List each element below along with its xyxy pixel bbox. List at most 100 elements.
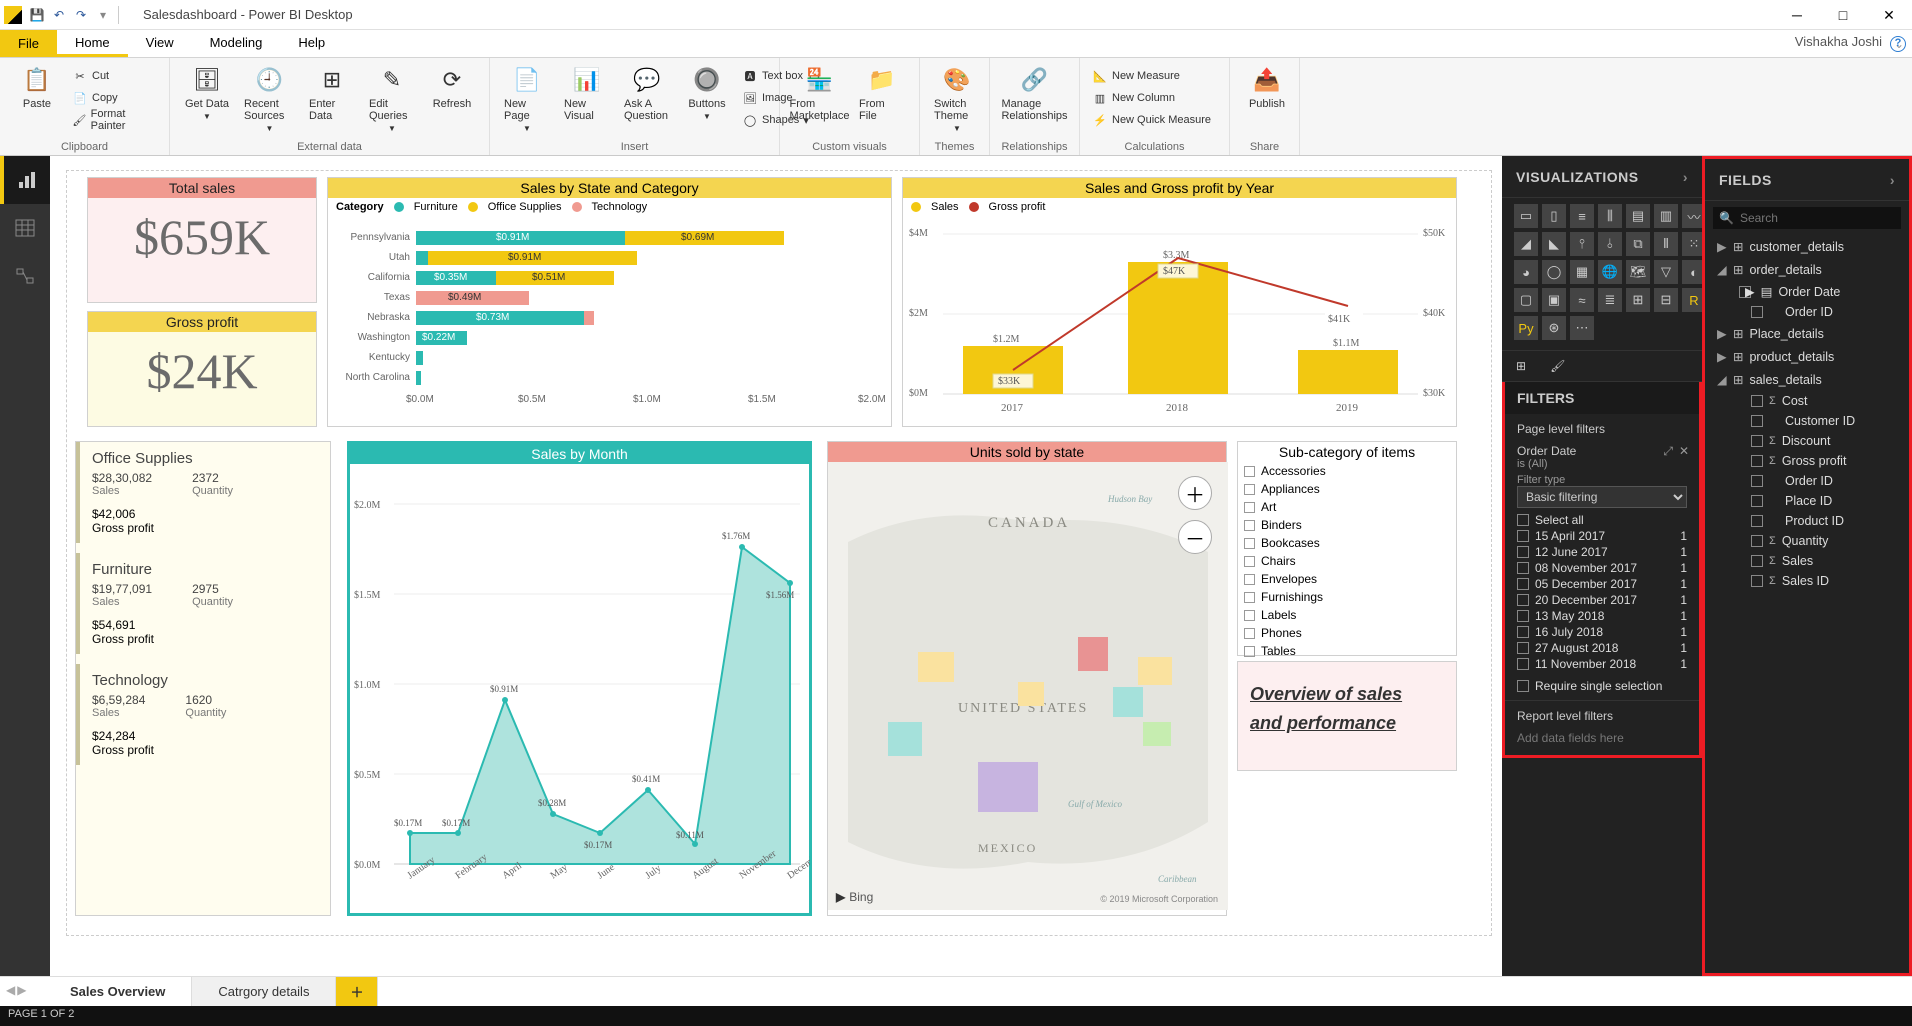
filter-date-item[interactable]: 08 November 20171 <box>1505 560 1699 576</box>
slicer-item[interactable]: Labels <box>1238 606 1456 624</box>
slicer-item[interactable]: Tables <box>1238 642 1456 660</box>
new-measure-button[interactable]: 📐New Measure <box>1090 66 1213 86</box>
save-icon[interactable]: 💾 <box>26 4 48 26</box>
switch-theme-button[interactable]: 🎨Switch Theme▼ <box>930 62 984 135</box>
filter-date-item[interactable]: 27 August 20181 <box>1505 640 1699 656</box>
table-row[interactable]: ▶⊞product_details <box>1705 345 1909 368</box>
remove-filter-icon[interactable]: ✕ <box>1679 444 1689 459</box>
field-row[interactable]: Order ID <box>1705 302 1909 322</box>
refresh-button[interactable]: ⟳Refresh <box>425 62 479 112</box>
publish-button[interactable]: 📤Publish <box>1240 62 1294 112</box>
help-icon[interactable]: ? <box>1890 36 1906 52</box>
slicer-item[interactable]: Chairs <box>1238 552 1456 570</box>
map-zoom-in-icon[interactable]: ＋ <box>1178 476 1212 510</box>
filter-order-date[interactable]: Order Date is (All) ⤢✕ Filter type Basic… <box>1505 440 1699 512</box>
field-row[interactable]: Product ID <box>1705 511 1909 531</box>
filter-date-item[interactable]: 20 December 20171 <box>1505 592 1699 608</box>
new-visual-button[interactable]: 📊New Visual <box>560 62 614 124</box>
viz-kpi-icon[interactable]: ≈ <box>1570 288 1594 312</box>
field-row[interactable]: ΣSales ID <box>1705 571 1909 591</box>
from-marketplace-button[interactable]: 🏪From Marketplace <box>790 62 849 124</box>
viz-treemap-icon[interactable]: ▦ <box>1570 260 1594 284</box>
tab-next-icon[interactable]: ▶ <box>17 983 26 997</box>
model-view-button[interactable] <box>0 252 50 300</box>
viz-card-icon[interactable]: ▢ <box>1514 288 1538 312</box>
home-tab[interactable]: Home <box>57 30 128 57</box>
canvas[interactable]: Total sales $659K Gross profit $24K Sale… <box>66 170 1492 936</box>
page-tab-2[interactable]: Catrgory details <box>192 977 336 1006</box>
field-row[interactable]: ▶▤Order Date <box>1705 281 1909 302</box>
field-row[interactable]: ΣGross profit <box>1705 451 1909 471</box>
fields-search[interactable]: 🔍 <box>1713 207 1901 229</box>
viz-clustered-column-icon[interactable]: ⫼ <box>1598 204 1622 228</box>
viz-more-icon[interactable]: ⋯ <box>1570 316 1594 340</box>
new-page-button[interactable]: 📄New Page▼ <box>500 62 554 135</box>
slicer-item[interactable]: Furnishings <box>1238 588 1456 606</box>
recent-sources-button[interactable]: 🕘Recent Sources▼ <box>240 62 299 135</box>
kpi-gross-profit[interactable]: Gross profit $24K <box>87 311 317 427</box>
data-view-button[interactable] <box>0 204 50 252</box>
filter-date-item[interactable]: 13 May 20181 <box>1505 608 1699 624</box>
map-units[interactable]: Units sold by state CANADA UNITED STATES… <box>827 441 1227 916</box>
filter-date-item[interactable]: 16 July 20181 <box>1505 624 1699 640</box>
slicer-subcategory[interactable]: Sub-category of items AccessoriesApplian… <box>1237 441 1457 656</box>
page-tab-add[interactable]: ＋ <box>336 977 378 1006</box>
slicer-item[interactable]: Envelopes <box>1238 570 1456 588</box>
enter-data-button[interactable]: ⊞Enter Data <box>305 62 359 124</box>
redo-icon[interactable]: ↷ <box>70 4 92 26</box>
collapse-fields-icon[interactable]: › <box>1890 172 1895 188</box>
maximize-button[interactable]: □ <box>1820 0 1866 30</box>
report-view-button[interactable] <box>0 156 50 204</box>
field-row[interactable]: ΣCost <box>1705 391 1909 411</box>
table-row[interactable]: ◢⊞order_details <box>1705 258 1909 281</box>
viz-ribbon-icon[interactable]: ⧉ <box>1626 232 1650 256</box>
viz-100stacked-column-icon[interactable]: ▥ <box>1654 204 1678 228</box>
field-row[interactable]: Order ID <box>1705 471 1909 491</box>
viz-stacked-column-icon[interactable]: ▯ <box>1542 204 1566 228</box>
table-row[interactable]: ▶⊞customer_details <box>1705 235 1909 258</box>
table-row[interactable]: ◢⊞sales_details <box>1705 368 1909 391</box>
field-row[interactable]: Place ID <box>1705 491 1909 511</box>
chart-month[interactable]: Sales by Month $2.0M $1.5M $1.0M $0.5M $… <box>347 441 812 916</box>
fields-well-icon[interactable]: ⊞ <box>1516 359 1526 373</box>
field-row[interactable]: ΣDiscount <box>1705 431 1909 451</box>
viz-slicer-icon[interactable]: ≣ <box>1598 288 1622 312</box>
filter-date-item[interactable]: 05 December 20171 <box>1505 576 1699 592</box>
close-button[interactable]: ✕ <box>1866 0 1912 30</box>
slicer-item[interactable]: Appliances <box>1238 480 1456 498</box>
viz-multi-card-icon[interactable]: ▣ <box>1542 288 1566 312</box>
slicer-item[interactable]: Accessories <box>1238 462 1456 480</box>
slicer-item[interactable]: Phones <box>1238 624 1456 642</box>
undo-icon[interactable]: ↶ <box>48 4 70 26</box>
from-file-button[interactable]: 📁From File <box>855 62 909 124</box>
edit-queries-button[interactable]: ✎Edit Queries▼ <box>365 62 419 135</box>
copy-button[interactable]: 📄Copy <box>70 88 159 108</box>
overview-card[interactable]: Overview of sales and performance <box>1237 661 1457 771</box>
view-tab[interactable]: View <box>128 30 192 57</box>
user-name[interactable]: Vishakha Joshi <box>1795 34 1882 49</box>
viz-line-clustered-icon[interactable]: ⫰ <box>1598 232 1622 256</box>
viz-key-influencer-icon[interactable]: ⊛ <box>1542 316 1566 340</box>
fields-search-input[interactable] <box>1740 211 1895 225</box>
help-tab[interactable]: Help <box>280 30 343 57</box>
table-row[interactable]: ▶⊞Place_details <box>1705 322 1909 345</box>
cut-button[interactable]: ✂Cut <box>70 66 159 86</box>
paste-button[interactable]: 📋Paste <box>10 62 64 112</box>
file-menu[interactable]: File <box>0 30 57 57</box>
viz-filled-map-icon[interactable]: 🗺 <box>1626 260 1650 284</box>
collapse-icon[interactable]: › <box>1683 169 1688 185</box>
field-row[interactable]: ΣQuantity <box>1705 531 1909 551</box>
viz-line-stacked-icon[interactable]: ⫯ <box>1570 232 1594 256</box>
ask-question-button[interactable]: 💬Ask A Question <box>620 62 674 124</box>
field-row[interactable]: ΣSales <box>1705 551 1909 571</box>
filter-select-all[interactable]: Select all <box>1505 512 1699 528</box>
minimize-button[interactable]: ─ <box>1774 0 1820 30</box>
viz-py-icon[interactable]: Py <box>1514 316 1538 340</box>
viz-table-icon[interactable]: ⊞ <box>1626 288 1650 312</box>
slicer-item[interactable]: Bookcases <box>1238 534 1456 552</box>
viz-stacked-bar-icon[interactable]: ▭ <box>1514 204 1538 228</box>
chart-state-category[interactable]: Sales by State and Category Category Fur… <box>327 177 892 427</box>
viz-100stacked-bar-icon[interactable]: ▤ <box>1626 204 1650 228</box>
filter-type-select[interactable]: Basic filtering <box>1517 486 1687 508</box>
format-painter-button[interactable]: 🖌Format Painter <box>70 110 159 130</box>
